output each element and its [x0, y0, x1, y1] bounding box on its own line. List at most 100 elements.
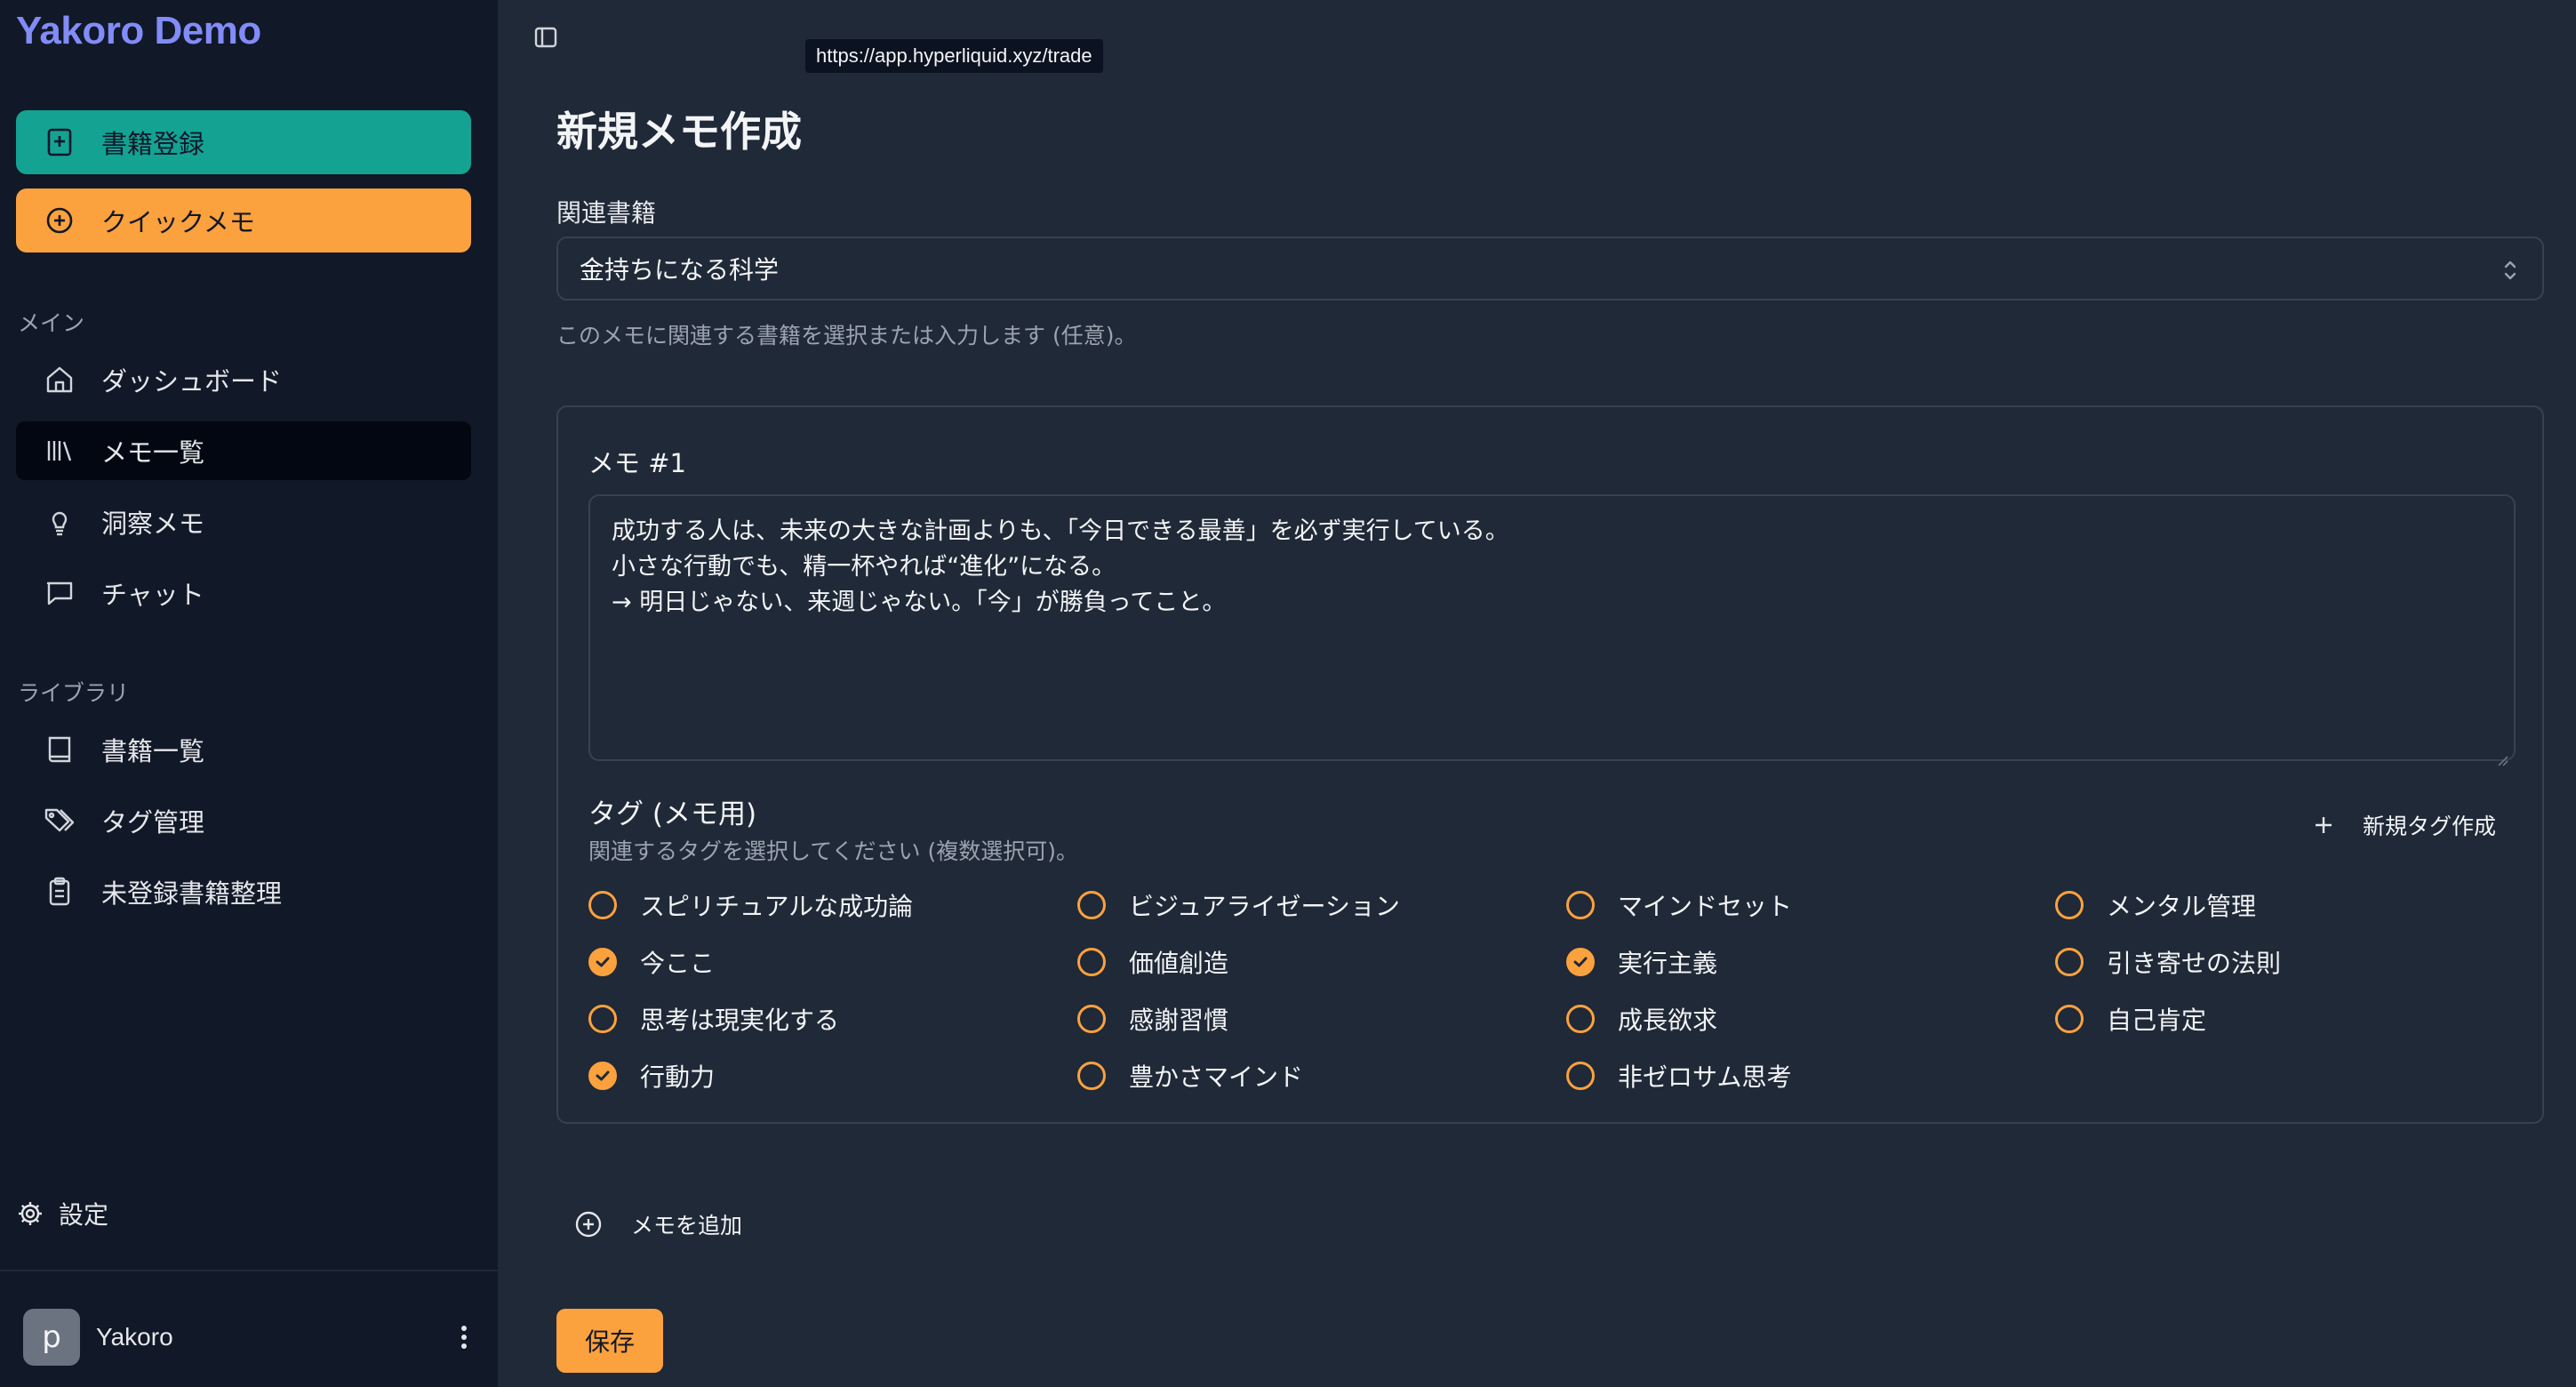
radio-icon[interactable]: [1077, 891, 1106, 919]
user-name: Yakoro: [96, 1323, 173, 1351]
tag-label: 思考は現実化する: [640, 1006, 840, 1035]
user-menu[interactable]: p Yakoro: [23, 1309, 476, 1366]
tags-grid: スピリチュアルな成功論 ビジュアライゼーション マインドセット メンタル管理今ここ 価値…: [588, 886, 2544, 1117]
sidebar-item-label: タグ管理: [101, 807, 205, 838]
radio-icon[interactable]: [1077, 1062, 1106, 1090]
tag-label: 今ここ: [640, 949, 716, 978]
section-label-main: メイン: [18, 310, 85, 336]
sidebar-divider: [0, 1270, 500, 1271]
settings-label: 設定: [59, 1200, 109, 1230]
quick-memo-button[interactable]: クイックメモ: [16, 188, 471, 253]
related-book-value: 金持ちになる科学: [580, 255, 780, 285]
tag-label: 自己肯定: [2107, 1006, 2207, 1035]
radio-icon[interactable]: [1566, 1062, 1595, 1090]
radio-icon[interactable]: [1566, 1005, 1595, 1033]
add-memo-button[interactable]: メモを追加: [574, 1204, 742, 1245]
save-button[interactable]: 保存: [556, 1309, 663, 1373]
tag-option[interactable]: 成長欲求: [1566, 999, 1717, 1038]
sidebar-item-label: ダッシュボード: [101, 366, 283, 397]
tag-option[interactable]: 行動力: [588, 1056, 715, 1095]
tag-label: ビジュアライゼーション: [1129, 892, 1400, 921]
memo-line: → 明日じゃない、来週じゃない。「今」が勝負ってこと。: [612, 589, 1227, 616]
sidebar-item-memo-list[interactable]: メモ一覧: [16, 421, 471, 480]
tag-option[interactable]: マインドセット: [1566, 886, 1792, 925]
sidebar: Yakoro Demo 書籍登録 クイックメモ メイン ダッシュボード メモ一覧…: [0, 0, 500, 1387]
tag-option[interactable]: 思考は現実化する: [588, 999, 839, 1038]
sidebar-item-label: 未登録書籍整理: [101, 878, 283, 909]
chat-icon: [43, 576, 76, 610]
sidebar-item-unregistered-books[interactable]: 未登録書籍整理: [16, 862, 471, 921]
memo-card: メモ #1 成功する人は、未来の大きな計画よりも、「今日できる最善」を必ず実行し…: [556, 405, 2544, 1124]
tags-icon: [43, 804, 76, 838]
sidebar-item-insight-memo[interactable]: 洞察メモ: [16, 493, 471, 551]
tag-label: 感謝習慣: [1129, 1006, 1229, 1035]
sidebar-item-label: 書籍一覧: [101, 736, 205, 766]
chevron-up-down-icon: [2500, 256, 2521, 285]
sidebar-item-book-list[interactable]: 書籍一覧: [16, 720, 471, 779]
radio-icon[interactable]: [1077, 1005, 1106, 1033]
checked-radio-icon[interactable]: [588, 948, 617, 976]
library-icon: [43, 434, 76, 468]
sidebar-toggle-icon[interactable]: [532, 23, 560, 52]
tag-option[interactable]: 豊かさマインド: [1077, 1056, 1303, 1095]
tag-option[interactable]: 感謝習慣: [1077, 999, 1228, 1038]
more-options-icon[interactable]: [452, 1319, 476, 1355]
register-book-label: 書籍登録: [101, 129, 205, 159]
tag-label: 豊かさマインド: [1129, 1062, 1304, 1092]
app-brand[interactable]: Yakoro Demo: [16, 9, 261, 53]
radio-icon[interactable]: [1077, 948, 1106, 976]
plus-icon: [2311, 813, 2336, 838]
clipboard-icon: [43, 875, 76, 909]
tag-label: スピリチュアルな成功論: [640, 892, 914, 921]
radio-icon[interactable]: [2055, 948, 2084, 976]
tag-option[interactable]: 非ゼロサム思考: [1566, 1056, 1791, 1095]
tag-option[interactable]: 実行主義: [1566, 942, 1717, 982]
gear-icon: [16, 1199, 44, 1228]
new-tag-button[interactable]: 新規タグ作成: [2311, 804, 2496, 846]
plus-circle-icon: [44, 205, 75, 236]
section-label-library: ライブラリ: [18, 680, 130, 706]
tag-option[interactable]: 今ここ: [588, 942, 715, 982]
tag-option[interactable]: メンタル管理: [2055, 886, 2256, 925]
checked-radio-icon[interactable]: [588, 1062, 617, 1090]
tag-option[interactable]: ビジュアライゼーション: [1077, 886, 1400, 925]
url-tooltip: https://app.hyperliquid.xyz/trade: [805, 39, 1103, 73]
tag-label: メンタル管理: [2107, 892, 2257, 921]
radio-icon[interactable]: [588, 1005, 617, 1033]
tag-label: 成長欲求: [1618, 1006, 1718, 1035]
main-content: https://app.hyperliquid.xyz/trade 新規メモ作成…: [501, 0, 2576, 1387]
tags-title: タグ (メモ用): [588, 798, 757, 830]
book-plus-icon: [44, 127, 75, 157]
radio-icon[interactable]: [2055, 891, 2084, 919]
sidebar-item-tag-management[interactable]: タグ管理: [16, 791, 471, 850]
tag-option[interactable]: 引き寄せの法則: [2055, 942, 2281, 982]
sidebar-item-label: チャット: [101, 580, 204, 610]
quick-memo-label: クイックメモ: [101, 207, 255, 237]
checked-radio-icon[interactable]: [1566, 948, 1595, 976]
register-book-button[interactable]: 書籍登録: [16, 110, 471, 174]
radio-icon[interactable]: [1566, 891, 1595, 919]
new-tag-label: 新規タグ作成: [2362, 814, 2496, 839]
tags-help: 関連するタグを選択してください (複数選択可)。: [588, 838, 1078, 864]
sidebar-item-label: メモ一覧: [101, 437, 205, 468]
tag-option[interactable]: スピリチュアルな成功論: [588, 886, 913, 925]
radio-icon[interactable]: [588, 891, 617, 919]
sidebar-item-dashboard[interactable]: ダッシュボード: [16, 350, 471, 409]
sidebar-item-label: 洞察メモ: [101, 509, 205, 539]
resize-handle-icon[interactable]: [2496, 742, 2508, 766]
book-icon: [43, 733, 76, 766]
home-icon: [43, 363, 76, 397]
tag-label: 実行主義: [1618, 949, 1718, 978]
memo-textarea[interactable]: 成功する人は、未来の大きな計画よりも、「今日できる最善」を必ず実行している。 小…: [588, 494, 2516, 766]
tag-label: 価値創造: [1129, 949, 1229, 978]
tag-label: 非ゼロサム思考: [1618, 1062, 1792, 1092]
tag-option[interactable]: 自己肯定: [2055, 999, 2206, 1038]
related-book-help: このメモに関連する書籍を選択または入力します (任意)。: [556, 323, 1137, 349]
tag-option[interactable]: 価値創造: [1077, 942, 1228, 982]
avatar: p: [23, 1309, 80, 1366]
sidebar-item-chat[interactable]: チャット: [16, 564, 471, 622]
tag-label: 引き寄せの法則: [2107, 949, 2282, 978]
radio-icon[interactable]: [2055, 1005, 2084, 1033]
settings-link[interactable]: 設定: [16, 1195, 108, 1232]
related-book-select[interactable]: 金持ちになる科学: [556, 237, 2544, 301]
